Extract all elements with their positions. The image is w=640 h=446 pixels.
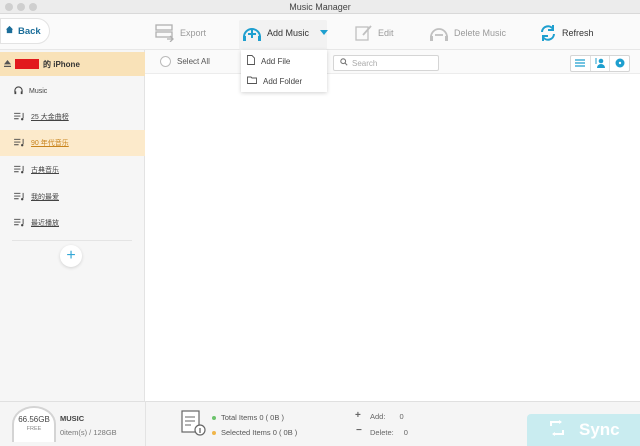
add-music-icon bbox=[242, 23, 262, 43]
playlist-icon bbox=[14, 138, 25, 149]
delete-count: Delete: 0 bbox=[370, 428, 408, 437]
selected-items: Selected Items 0 ( 0B ) bbox=[212, 428, 297, 437]
sidebar-item-label: 25 大金曲榜 bbox=[31, 114, 69, 121]
eject-icon[interactable] bbox=[4, 59, 11, 69]
edit-label: Edit bbox=[378, 28, 394, 38]
sidebar-item-playlist[interactable]: 古典音乐 bbox=[0, 157, 145, 183]
sidebar-item-playlist[interactable]: 25 大金曲榜 bbox=[0, 104, 145, 130]
minus-icon: − bbox=[356, 425, 362, 436]
back-label: Back bbox=[18, 25, 41, 37]
total-dot bbox=[212, 415, 216, 420]
delete-music-button[interactable]: Delete Music bbox=[429, 22, 506, 44]
total-items: Total Items 0 ( 0B ) bbox=[212, 413, 284, 422]
minimize-window-button[interactable] bbox=[17, 3, 25, 11]
sidebar-item-label: 最近播放 bbox=[31, 220, 59, 227]
sidebar-item-playlist[interactable]: 我的最爱 bbox=[0, 184, 145, 210]
search-icon bbox=[340, 58, 348, 68]
title-bar: Music Manager bbox=[0, 0, 640, 14]
selected-dot bbox=[212, 430, 216, 435]
zoom-window-button[interactable] bbox=[29, 3, 37, 11]
delete-music-icon bbox=[429, 24, 449, 42]
status-divider bbox=[145, 401, 146, 446]
search-box[interactable] bbox=[333, 55, 439, 71]
select-all-checkbox[interactable] bbox=[160, 56, 171, 67]
sidebar-divider bbox=[12, 240, 132, 241]
sidebar-item-music[interactable]: Music bbox=[0, 78, 145, 104]
export-label: Export bbox=[180, 28, 207, 38]
close-window-button[interactable] bbox=[5, 3, 13, 11]
free-space-label: FREE bbox=[26, 426, 42, 432]
add-count-label: Add: bbox=[370, 412, 386, 421]
export-icon bbox=[155, 24, 175, 42]
list-view-button[interactable] bbox=[571, 56, 591, 71]
delete-count-value: 0 bbox=[403, 428, 408, 437]
add-music-label: Add Music bbox=[267, 28, 310, 38]
headphones-icon bbox=[14, 85, 23, 97]
sidebar-item-label: Music bbox=[29, 87, 48, 95]
list-view-icon bbox=[575, 58, 586, 69]
sidebar-item-playlist-selected[interactable]: 90 年代音乐 bbox=[0, 130, 145, 156]
add-playlist-button[interactable]: + bbox=[60, 245, 82, 267]
folder-icon bbox=[247, 76, 257, 86]
delete-count-label: Delete: bbox=[370, 428, 394, 437]
add-folder-label: Add Folder bbox=[263, 76, 303, 86]
add-music-dropdown: Add File Add Folder bbox=[241, 50, 327, 92]
refresh-icon bbox=[539, 24, 557, 42]
artist-view-button[interactable] bbox=[591, 56, 611, 71]
sidebar-item-label: 90 年代音乐 bbox=[31, 140, 69, 147]
artist-icon bbox=[594, 57, 606, 70]
sidebar-item-label: 我的最爱 bbox=[31, 194, 59, 201]
dropdown-arrow-icon[interactable] bbox=[320, 30, 329, 36]
album-view-button[interactable] bbox=[610, 56, 629, 71]
sync-label: Sync bbox=[579, 420, 620, 439]
search-input[interactable] bbox=[352, 58, 432, 68]
add-count: Add: 0 bbox=[370, 412, 404, 421]
edit-icon bbox=[355, 24, 373, 42]
select-all-control[interactable]: Select All bbox=[160, 56, 210, 67]
playlist-icon bbox=[14, 192, 25, 203]
playlist-icon bbox=[14, 165, 25, 176]
edit-button[interactable]: Edit bbox=[355, 22, 394, 44]
add-folder-menu-item[interactable]: Add Folder bbox=[241, 71, 327, 91]
refresh-button[interactable]: Refresh bbox=[539, 22, 594, 44]
storage-gauge: 66.56GB FREE bbox=[12, 406, 56, 442]
sync-button[interactable]: Sync bbox=[527, 414, 640, 446]
total-items-text: Total Items 0 ( 0B ) bbox=[221, 413, 284, 422]
refresh-label: Refresh bbox=[562, 28, 594, 38]
window-title: Music Manager bbox=[289, 2, 351, 12]
sync-icon bbox=[549, 419, 565, 441]
selected-items-text: Selected Items 0 ( 0B ) bbox=[221, 428, 298, 437]
add-file-label: Add File bbox=[261, 56, 291, 66]
free-space-value: 66.56GB bbox=[18, 415, 50, 424]
album-icon bbox=[615, 58, 625, 70]
file-icon bbox=[247, 55, 255, 67]
home-icon bbox=[5, 25, 14, 37]
device-name: 的 iPhone bbox=[43, 59, 80, 69]
device-header[interactable]: 的 iPhone bbox=[0, 52, 145, 76]
select-all-label: Select All bbox=[177, 57, 210, 66]
back-button[interactable]: Back bbox=[0, 18, 50, 44]
redacted-device-name bbox=[15, 59, 39, 69]
sidebar-item-label: 古典音乐 bbox=[31, 167, 59, 174]
media-type-label: MUSIC bbox=[60, 414, 85, 423]
plus-icon: + bbox=[66, 247, 76, 264]
view-toggle-group bbox=[570, 55, 630, 72]
document-info-icon bbox=[180, 410, 206, 438]
playlist-icon bbox=[14, 112, 25, 123]
sidebar-item-playlist[interactable]: 最近播放 bbox=[0, 210, 145, 236]
plus-icon: + bbox=[355, 410, 361, 421]
add-music-control[interactable]: Add Music bbox=[242, 22, 329, 44]
playlist-icon bbox=[14, 218, 25, 229]
add-file-menu-item[interactable]: Add File bbox=[241, 51, 327, 71]
delete-music-label: Delete Music bbox=[454, 28, 507, 38]
add-count-value: 0 bbox=[399, 412, 404, 421]
export-button[interactable]: Export bbox=[155, 22, 206, 44]
media-usage: 0item(s) / 128GB bbox=[60, 428, 117, 437]
